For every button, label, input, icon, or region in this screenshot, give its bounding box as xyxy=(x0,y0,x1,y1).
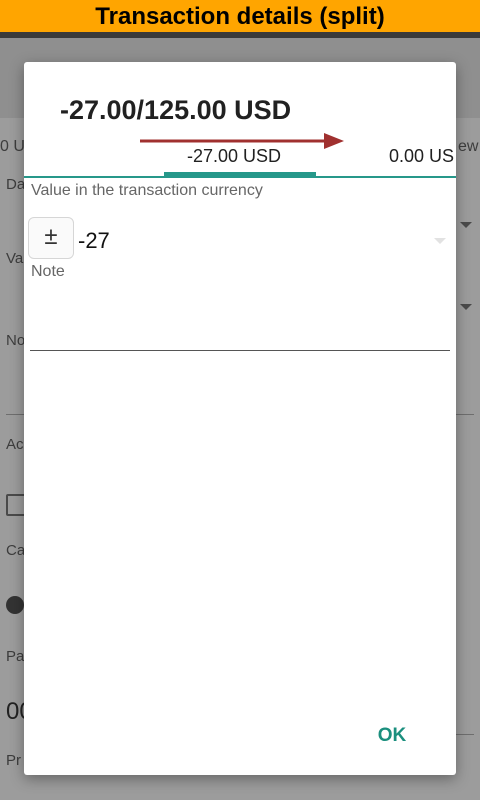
tab-split-current[interactable]: -27.00 USD xyxy=(187,146,281,167)
tab-split-remaining[interactable]: 0.00 US xyxy=(389,146,454,167)
dropdown-triangle-icon[interactable] xyxy=(434,238,446,244)
background-label-account: Ac xyxy=(6,436,24,453)
background-dropdown-icon xyxy=(460,222,472,228)
tab-divider xyxy=(24,176,456,178)
background-dropdown-icon-2 xyxy=(460,304,472,310)
background-label-note: No xyxy=(6,332,26,349)
remove-icon xyxy=(6,596,24,614)
background-divider-3 xyxy=(456,734,474,735)
background-tab-left: 0 U xyxy=(0,138,25,155)
split-dialog: -27.00/125.00 USD -27.00 USD 0.00 US Val… xyxy=(24,62,456,775)
background-label-value: Va xyxy=(6,250,24,267)
note-underline xyxy=(30,350,450,351)
ok-button[interactable]: OK xyxy=(362,722,422,752)
background-label-payee: Pa xyxy=(6,648,25,665)
background-divider-2 xyxy=(456,414,474,415)
value-input[interactable]: -27 xyxy=(78,228,110,254)
note-input[interactable] xyxy=(30,288,450,348)
background-label-price: Pr xyxy=(6,752,21,769)
banner-title: Transaction details (split) xyxy=(95,3,385,30)
background-divider xyxy=(6,414,24,415)
title-banner: Transaction details (split) xyxy=(0,0,480,32)
background-label-date: Da xyxy=(6,176,26,193)
background-label-category: Ca xyxy=(6,542,26,559)
dialog-title: -27.00/125.00 USD xyxy=(60,95,292,125)
value-field-label: Value in the transaction currency xyxy=(31,182,263,199)
note-field-label: Note xyxy=(31,263,65,280)
plus-minus-icon[interactable]: ± xyxy=(28,217,74,259)
background-tab-right: ew xyxy=(458,138,479,155)
